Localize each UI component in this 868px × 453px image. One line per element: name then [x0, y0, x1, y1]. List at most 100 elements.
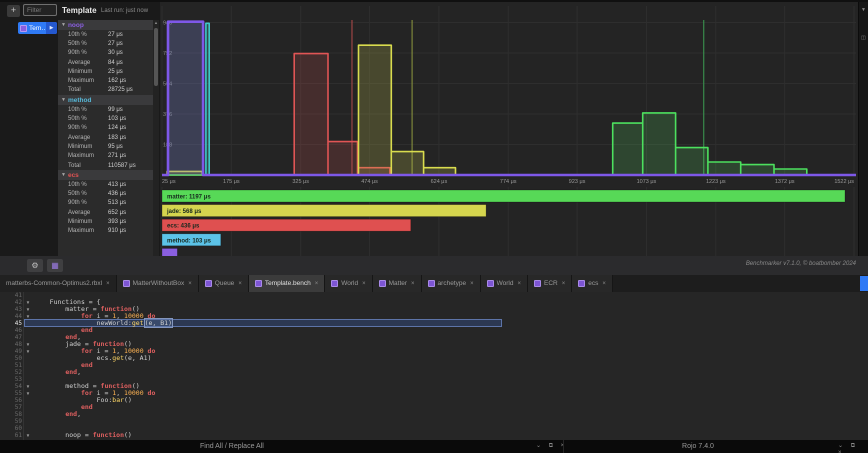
code-line-52[interactable]: 52 end,: [0, 369, 868, 376]
scrollbar-thumb[interactable]: [154, 28, 158, 86]
stat-row: Minimum25 μs: [58, 67, 153, 76]
stat-row: 90th %30 μs: [58, 49, 153, 58]
line-number: 44: [0, 313, 22, 320]
line-number: 49: [0, 348, 22, 355]
code-line-61[interactable]: 61▼ noop = function(): [0, 432, 868, 439]
tab-close-icon[interactable]: ×: [315, 281, 319, 287]
code-line-57[interactable]: 57 end: [0, 404, 868, 411]
last-run-label: Last run: just now: [101, 8, 148, 14]
code-line-59[interactable]: 59: [0, 418, 868, 425]
tab-Queue[interactable]: Queue×: [199, 275, 249, 292]
tab-label: MatterWithoutBox: [133, 280, 185, 287]
script-tab-bar: matterbs-Common-Optimus2.rbxl×MatterWith…: [0, 275, 868, 292]
stat-row: 10th %27 μs: [58, 30, 153, 39]
code-line-45[interactable]: 45 newWorld:get(e, B1): [0, 320, 868, 327]
code-line-56[interactable]: 56 Foo:bar(): [0, 397, 868, 404]
svg-text:ecs: 436 μs: ecs: 436 μs: [167, 224, 200, 230]
line-number: 58: [0, 411, 22, 418]
tab-close-icon[interactable]: ×: [411, 281, 415, 287]
tab-ECR[interactable]: ECR ×: [528, 275, 572, 292]
svg-text:774 μs: 774 μs: [500, 179, 517, 185]
stat-row: 50th %27 μs: [58, 39, 153, 48]
stats-section-header[interactable]: ▼ecs: [58, 170, 153, 180]
run-benchmark-button[interactable]: ▶: [46, 22, 57, 34]
plugin-credit: Benchmarker v7.1.0, © boatbomber 2024: [746, 261, 856, 267]
tab-MatterWithoutBox[interactable]: MatterWithoutBox×: [117, 275, 199, 292]
line-number: 52: [0, 369, 22, 376]
tab-label: ECR: [544, 280, 558, 287]
tab-close-icon[interactable]: ×: [238, 281, 242, 287]
tab-archetype[interactable]: archetype×: [422, 275, 481, 292]
tab-close-icon[interactable]: ×: [470, 281, 474, 287]
script-icon: [205, 280, 212, 287]
tab-close-icon[interactable]: ×: [106, 281, 110, 287]
script-icon: [379, 280, 386, 287]
tab-ecs[interactable]: ecs ×: [572, 275, 613, 292]
scroll-up-icon[interactable]: ▲: [153, 20, 159, 26]
filter-input[interactable]: Filter: [23, 4, 57, 16]
tab-close-icon[interactable]: ×: [362, 281, 366, 287]
tab-World[interactable]: World×: [325, 275, 372, 292]
stats-section-name: method: [68, 97, 91, 104]
stats-scrollbar[interactable]: ▲: [153, 20, 159, 256]
tab-close-icon[interactable]: ×: [602, 281, 606, 287]
hist-line-jade: [162, 45, 856, 175]
line-number: 55: [0, 390, 22, 397]
stats-panel: ▼noop10th %27 μs50th %27 μs90th %30 μs Av…: [58, 20, 153, 256]
right-rail: ▼ ◫: [858, 2, 868, 256]
fold-arrow-icon[interactable]: ▼: [22, 384, 34, 389]
benchmark-chart[interactable]: 25 μs175 μs325 μs474 μs624 μs774 μs923 μ…: [160, 2, 858, 256]
benchmark-list-item[interactable]: Tem… ▶: [18, 22, 57, 34]
svg-text:matter: 1197 μs: matter: 1197 μs: [167, 195, 211, 201]
fold-arrow-icon[interactable]: ▼: [22, 349, 34, 354]
code-line-50[interactable]: 50 ecs.get(e, A1): [0, 355, 868, 362]
stats-section-name: ecs: [68, 172, 79, 179]
tab-label: World: [497, 280, 514, 287]
tab-close-icon[interactable]: ×: [517, 281, 521, 287]
line-number: 50: [0, 355, 22, 362]
fold-arrow-icon[interactable]: ▼: [22, 391, 34, 396]
fold-arrow-icon[interactable]: ▼: [22, 300, 34, 305]
tab-World[interactable]: World×: [481, 275, 528, 292]
tab-label: Queue: [215, 280, 235, 287]
script-icon: [123, 280, 130, 287]
code-editor[interactable]: 4142▼ Functions = {43▼ matter = function…: [0, 292, 868, 440]
tab-overflow-button[interactable]: [860, 276, 868, 291]
stat-row: Maximum162 μs: [58, 76, 153, 85]
fold-arrow-icon[interactable]: ▼: [22, 342, 34, 347]
rojo-panel-title[interactable]: Rojo 7.4.0: [563, 443, 833, 450]
tab-Template.bench[interactable]: Template.bench×: [249, 275, 325, 292]
fold-arrow-icon[interactable]: ▼: [22, 314, 34, 319]
script-icon: [578, 280, 585, 287]
stat-row: Average652 μs: [58, 208, 153, 217]
add-benchmark-button[interactable]: +: [7, 5, 20, 17]
pin-panel-icon[interactable]: ◫: [861, 35, 866, 41]
fold-arrow-icon[interactable]: ▼: [22, 433, 34, 438]
stats-section-name: noop: [68, 22, 84, 29]
find-replace-panel-title[interactable]: Find All / Replace All: [200, 443, 264, 450]
stat-row: 50th %436 μs: [58, 189, 153, 198]
code-line-41[interactable]: 41: [0, 292, 868, 299]
tab-Matter[interactable]: Matter×: [373, 275, 422, 292]
tab-label: ecs: [588, 280, 598, 287]
code-line-51[interactable]: 51 end: [0, 362, 868, 369]
code-text: end,: [34, 369, 81, 376]
tab-matterbs-Common-Optimus2.rbxl[interactable]: matterbs-Common-Optimus2.rbxl×: [0, 275, 117, 292]
fold-arrow-icon[interactable]: ▼: [22, 307, 34, 312]
benchmark-title: Template: [62, 6, 97, 15]
stats-section-header[interactable]: ▼method: [58, 95, 153, 105]
stat-row: Minimum95 μs: [58, 142, 153, 151]
rojo-panel-controls[interactable]: ⌄ ⧉ ×: [838, 442, 868, 453]
line-number: 48: [0, 341, 22, 348]
stat-row: Total28725 μs: [58, 86, 153, 95]
filter-funnel-icon[interactable]: ▼: [861, 7, 866, 13]
tab-close-icon[interactable]: ×: [188, 281, 192, 287]
code-line-46[interactable]: 46 end: [0, 327, 868, 334]
code-text: noop = function(): [34, 432, 132, 439]
stats-section-header[interactable]: ▼noop: [58, 20, 153, 30]
svg-text:923 μs: 923 μs: [569, 179, 586, 185]
code-line-58[interactable]: 58 end,: [0, 411, 868, 418]
tab-close-icon[interactable]: ×: [562, 281, 566, 287]
settings-gear-button[interactable]: ⚙: [27, 259, 43, 272]
layout-button[interactable]: ▦: [47, 259, 63, 272]
